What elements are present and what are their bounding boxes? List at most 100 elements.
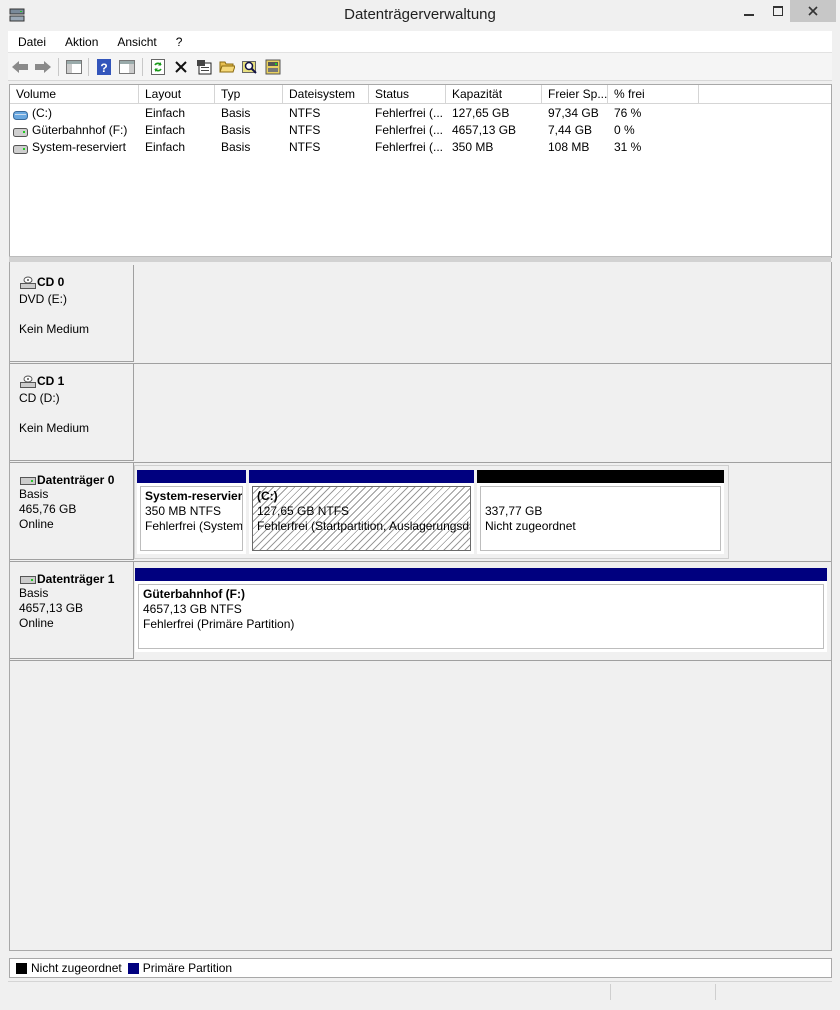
properties-view-icon[interactable] <box>118 58 136 76</box>
disk-type-label: DVD (E:) <box>19 292 67 306</box>
volume-name: (C:) <box>32 106 52 120</box>
kapazitaet-cell: 127,65 GB <box>452 106 510 120</box>
freier-speicher-cell: 97,34 GB <box>548 106 599 120</box>
volume-icon <box>13 142 28 155</box>
partition-status: Nicht zugeordnet <box>485 519 576 533</box>
column-header-dateisystem[interactable]: Dateisystem <box>283 85 369 103</box>
partition-size: 127,65 GB NTFS <box>257 504 350 518</box>
partition-status: Fehlerfrei (Startpartition, Auslagerungs… <box>257 519 471 533</box>
column-header-status[interactable]: Status <box>369 85 446 103</box>
status-cell: Fehlerfrei (... <box>375 123 444 137</box>
volume-list-header: Volume Layout Typ Dateisystem Status Kap… <box>10 85 831 104</box>
disk-label-cd1[interactable]: CD 1 CD (D:) Kein Medium <box>10 364 134 461</box>
menu-help[interactable]: ? <box>166 31 192 52</box>
freier-speicher-cell: 108 MB <box>548 140 590 154</box>
column-header-freier-speicher[interactable]: Freier Sp... <box>542 85 608 103</box>
disk-online-status: Online <box>19 616 54 630</box>
typ-cell: Basis <box>221 140 251 154</box>
prozent-frei-cell: 31 % <box>614 140 642 154</box>
properties-icon[interactable] <box>195 58 213 76</box>
menu-datei[interactable]: Datei <box>8 31 55 52</box>
partition-container: Güterbahnhof (F:) 4657,13 GB NTFS Fehler… <box>134 564 829 656</box>
table-row[interactable]: (C:) Einfach Basis NTFS Fehlerfrei (... … <box>10 105 831 122</box>
open-folder-icon[interactable] <box>218 58 236 76</box>
column-header-volume[interactable]: Volume <box>10 85 139 103</box>
status-bar-separator <box>610 984 611 1000</box>
close-button[interactable] <box>790 0 836 22</box>
toolbar-separator <box>88 58 89 76</box>
hard-disk-icon <box>20 473 36 487</box>
unallocated-bar <box>477 470 724 483</box>
dateisystem-cell: NTFS <box>289 140 321 154</box>
partition-unallocated[interactable]: 337,77 GB Nicht zugeordnet <box>477 470 724 554</box>
legend-swatch-unallocated <box>16 962 27 974</box>
kapazitaet-cell: 350 MB <box>452 140 494 154</box>
partition-gueterbahnhof[interactable]: Güterbahnhof (F:) 4657,13 GB NTFS Fehler… <box>135 568 827 652</box>
kapazitaet-cell: 4657,13 GB <box>452 123 517 137</box>
menu-bar: Datei Aktion Ansicht ? <box>8 31 832 53</box>
legend-label-unallocated: Nicht zugeordnet <box>31 961 122 975</box>
partition-size: 4657,13 GB NTFS <box>143 602 242 616</box>
disk-label-cd0[interactable]: CD 0 DVD (E:) Kein Medium <box>10 265 134 362</box>
volume-list[interactable]: Volume Layout Typ Dateisystem Status Kap… <box>9 84 832 258</box>
disk-row-cd1: CD 1 CD (D:) Kein Medium <box>10 364 831 463</box>
disk-label-disk1[interactable]: Datenträger 1 Basis 4657,13 GB Online <box>10 562 134 659</box>
toolbar: ? <box>8 53 832 81</box>
minimize-button[interactable] <box>734 0 764 22</box>
disk-row-disk1: Datenträger 1 Basis 4657,13 GB Online Gü… <box>10 562 831 661</box>
disk-row-cd0: CD 0 DVD (E:) Kein Medium <box>10 265 831 364</box>
typ-cell: Basis <box>221 106 251 120</box>
prozent-frei-cell: 76 % <box>614 106 642 120</box>
toolbar-separator <box>58 58 59 76</box>
primary-partition-bar <box>249 470 474 483</box>
menu-aktion[interactable]: Aktion <box>55 31 107 52</box>
layout-cell: Einfach <box>145 106 186 120</box>
disk-row-disk0: Datenträger 0 Basis 465,76 GB Online Sys… <box>10 463 831 562</box>
table-row[interactable]: Güterbahnhof (F:) Einfach Basis NTFS Feh… <box>10 122 831 139</box>
forward-arrow-icon[interactable] <box>34 58 52 76</box>
partition-system-reserved[interactable]: System-reservier 350 MB NTFS Fehlerfrei … <box>137 470 246 554</box>
disk-name: CD 1 <box>37 374 65 388</box>
column-header-typ[interactable]: Typ <box>215 85 283 103</box>
partition-size: 337,77 GB <box>485 504 543 518</box>
partition-title: Güterbahnhof (F:) <box>143 587 245 601</box>
title-bar[interactable]: Datenträgerverwaltung <box>0 0 840 31</box>
status-bar <box>8 981 832 1001</box>
partition-c-drive[interactable]: (C:) 127,65 GB NTFS Fehlerfrei (Startpar… <box>249 470 474 554</box>
volume-name: System-reserviert <box>32 140 127 154</box>
window-title: Datenträgerverwaltung <box>344 6 496 23</box>
table-row[interactable]: System-reserviert Einfach Basis NTFS Feh… <box>10 139 831 156</box>
disk-size-label: 4657,13 GB <box>19 601 84 615</box>
legend-label-primary: Primäre Partition <box>142 961 233 975</box>
partition-size: 350 MB NTFS <box>145 504 222 518</box>
column-header-prozent-frei[interactable]: % frei <box>608 85 699 103</box>
delete-icon[interactable] <box>172 58 190 76</box>
disk-media-status: Kein Medium <box>19 322 90 336</box>
primary-partition-bar <box>135 568 827 581</box>
disk-online-status: Online <box>19 517 54 531</box>
status-cell: Fehlerfrei (... <box>375 140 444 154</box>
disk-graphical-view[interactable]: CD 0 DVD (E:) Kein Medium CD 1 CD (D:) K… <box>9 262 832 951</box>
disk-size-label: 465,76 GB <box>19 502 77 516</box>
disk-label-disk0[interactable]: Datenträger 0 Basis 465,76 GB Online <box>10 463 134 560</box>
disk-name: Datenträger 0 <box>37 473 115 487</box>
rescan-disks-icon[interactable] <box>264 58 282 76</box>
help-icon[interactable]: ? <box>95 58 113 76</box>
layout-cell: Einfach <box>145 140 186 154</box>
console-tree-icon[interactable] <box>65 58 83 76</box>
column-header-kapazitaet[interactable]: Kapazität <box>446 85 542 103</box>
volume-name: Güterbahnhof (F:) <box>32 123 128 137</box>
status-bar-separator <box>715 984 716 1000</box>
menu-ansicht[interactable]: Ansicht <box>107 31 165 52</box>
hard-disk-icon <box>20 572 36 586</box>
column-header-layout[interactable]: Layout <box>139 85 215 103</box>
layout-cell: Einfach <box>145 123 186 137</box>
partition-container: System-reservier 350 MB NTFS Fehlerfrei … <box>134 465 729 559</box>
back-arrow-icon[interactable] <box>11 58 29 76</box>
disk-media-status: Kein Medium <box>19 421 90 435</box>
disk-name: CD 0 <box>37 275 65 289</box>
refresh-icon[interactable] <box>149 58 167 76</box>
maximize-button[interactable] <box>764 0 792 22</box>
explore-icon[interactable] <box>241 58 259 76</box>
cd-drive-icon <box>20 374 36 388</box>
